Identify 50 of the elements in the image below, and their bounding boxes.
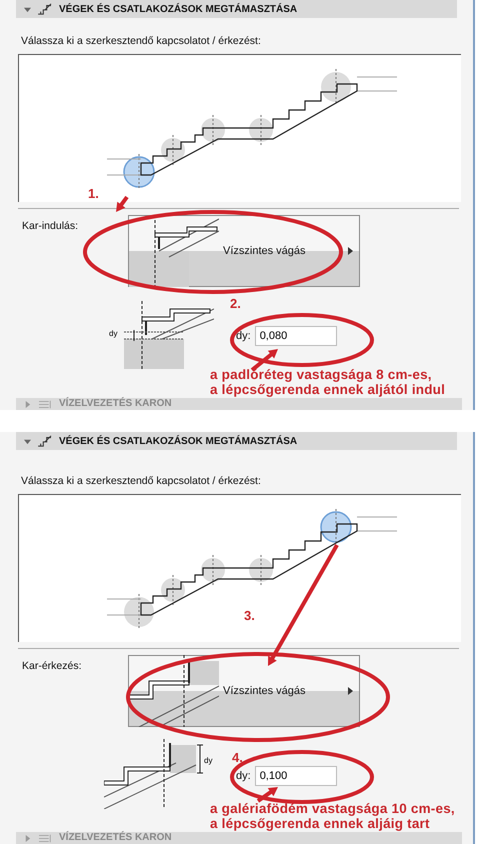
stair-diagram[interactable]	[18, 494, 461, 642]
step-number: 2.	[230, 296, 241, 311]
joint-marker[interactable]	[161, 134, 185, 166]
annotation-note: a galériafödém vastagsága 10 cm-es,	[210, 801, 456, 816]
connection-label: Kar-érkezés:	[22, 660, 83, 672]
list-icon	[37, 400, 53, 408]
joint-marker[interactable]	[124, 594, 154, 630]
caret-icon	[24, 400, 31, 408]
dimension-label: dy	[109, 329, 118, 338]
submenu-arrow-icon	[348, 247, 353, 255]
caret-icon	[24, 6, 31, 12]
annotation-arrow	[116, 196, 129, 212]
joint-marker[interactable]	[201, 554, 225, 586]
section-header[interactable]: VÉGEK ÉS CSATLAKOZÁSOK MEGTÁMASZTÁSA	[16, 0, 457, 18]
stair-icon	[37, 435, 53, 447]
annotation-note: a lépcsőgerenda ennek aljáig tart	[210, 816, 431, 831]
joint-marker[interactable]	[201, 114, 225, 146]
dimension-label: dy	[204, 756, 212, 765]
section-header[interactable]: VÉGEK ÉS CSATLAKOZÁSOK MEGTÁMASZTÁSA	[16, 432, 457, 450]
section-title: VÉGEK ÉS CSATLAKOZÁSOK MEGTÁMASZTÁSA	[59, 4, 298, 14]
connection-dropdown[interactable]: Vízszintes vágás	[128, 215, 360, 287]
joint-marker[interactable]	[123, 154, 155, 190]
stair-end-icon	[129, 655, 219, 727]
step-number: 4.	[232, 750, 243, 765]
stair-icon	[37, 3, 53, 15]
section-title: VÉGEK ÉS CSATLAKOZÁSOK MEGTÁMASZTÁSA	[59, 436, 298, 446]
field-label: dy:	[236, 770, 251, 782]
joint-marker[interactable]	[161, 574, 185, 606]
section-title: VÍZELVEZETÉS KARON	[59, 833, 172, 843]
connection-dropdown[interactable]: Vízszintes vágás	[128, 655, 360, 727]
annotation-arrow	[256, 787, 278, 803]
joint-marker[interactable]	[320, 508, 352, 546]
list-icon	[37, 834, 53, 842]
joint-marker[interactable]	[249, 554, 273, 586]
step-number: 3.	[244, 608, 255, 623]
joint-marker[interactable]	[321, 68, 351, 106]
prompt-text: Válassza ki a szerkesztendő kapcsolatot / érkezést:	[21, 475, 262, 489]
step-number: 1.	[88, 186, 99, 201]
dy-input[interactable]: 0,080	[254, 326, 337, 346]
caret-icon	[24, 834, 31, 842]
annotation-note: a lépcsőgerenda ennek aljától indul	[210, 382, 446, 397]
caret-icon	[24, 438, 31, 444]
section-title: VÍZELVEZETÉS KARON	[59, 399, 172, 409]
annotation-note: a padlóréteg vastagsága 8 cm-es,	[210, 367, 433, 382]
joint-marker[interactable]	[249, 114, 273, 146]
connection-label: Kar-indulás:	[22, 220, 80, 232]
prompt-text: Válassza ki a szerkesztendő kapcsolatot / érkezést:	[21, 35, 262, 49]
field-label: dy:	[236, 330, 251, 342]
submenu-arrow-icon	[348, 687, 353, 695]
dy-input[interactable]: 0,100	[254, 766, 337, 786]
